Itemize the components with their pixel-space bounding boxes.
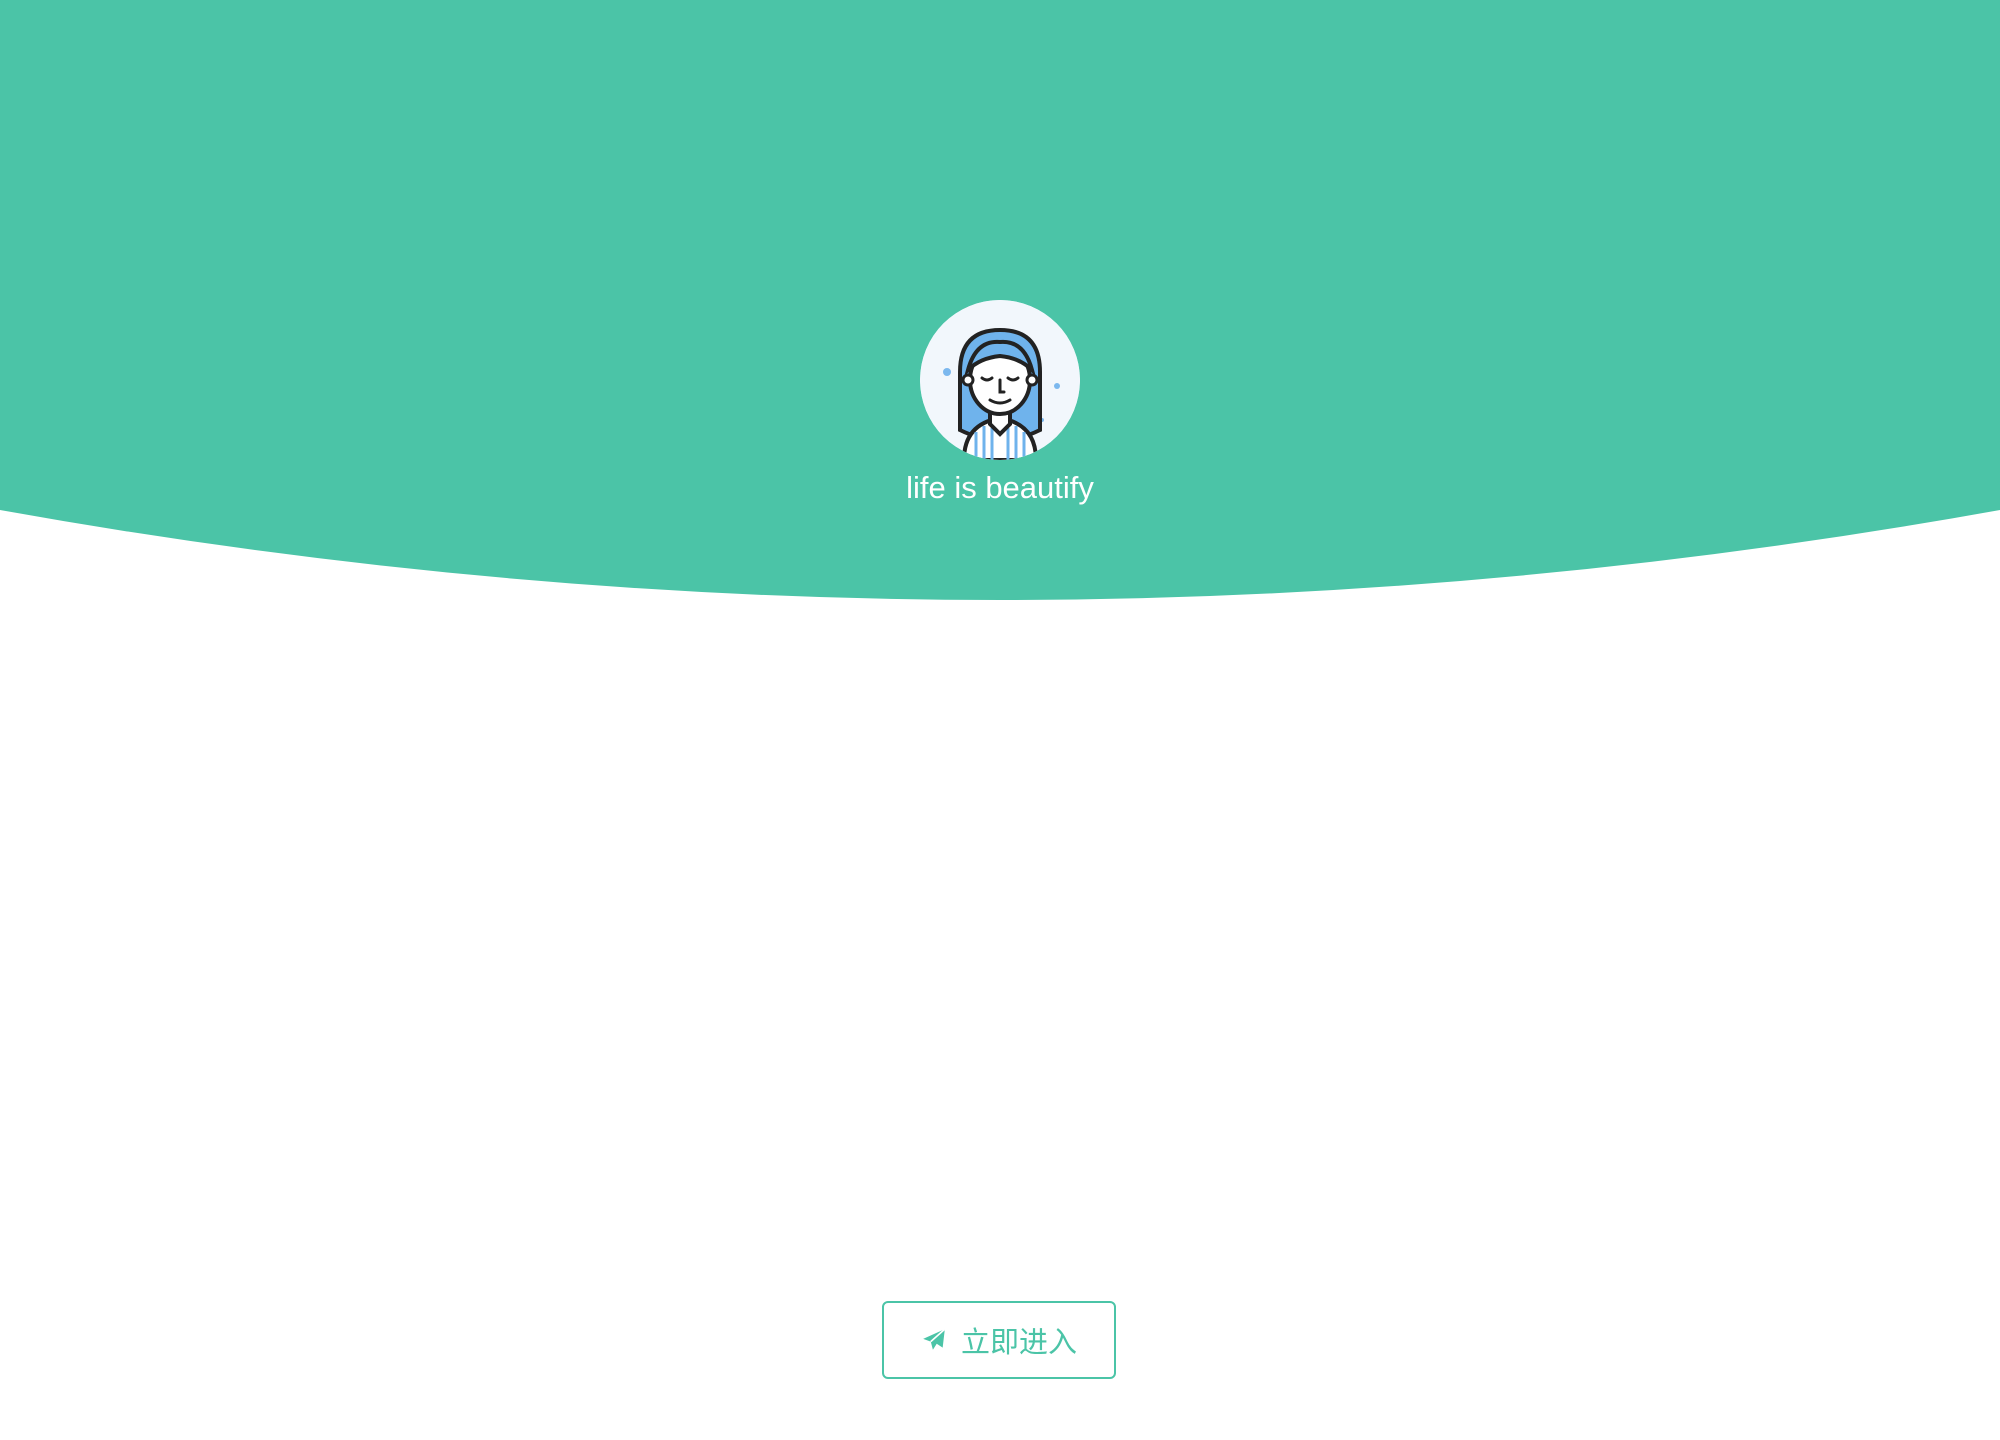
hero-tagline: life is beautify bbox=[906, 470, 1094, 505]
user-avatar bbox=[920, 300, 1080, 460]
woman-avatar-icon bbox=[920, 300, 1080, 460]
enter-now-button[interactable]: 立即进入 bbox=[882, 1301, 1116, 1379]
paper-plane-icon bbox=[921, 1327, 947, 1353]
landing-page: life is beautify 立即进入 bbox=[0, 0, 2000, 1440]
hero-banner: life is beautify bbox=[0, 0, 2000, 600]
enter-now-label: 立即进入 bbox=[960, 1325, 1077, 1359]
